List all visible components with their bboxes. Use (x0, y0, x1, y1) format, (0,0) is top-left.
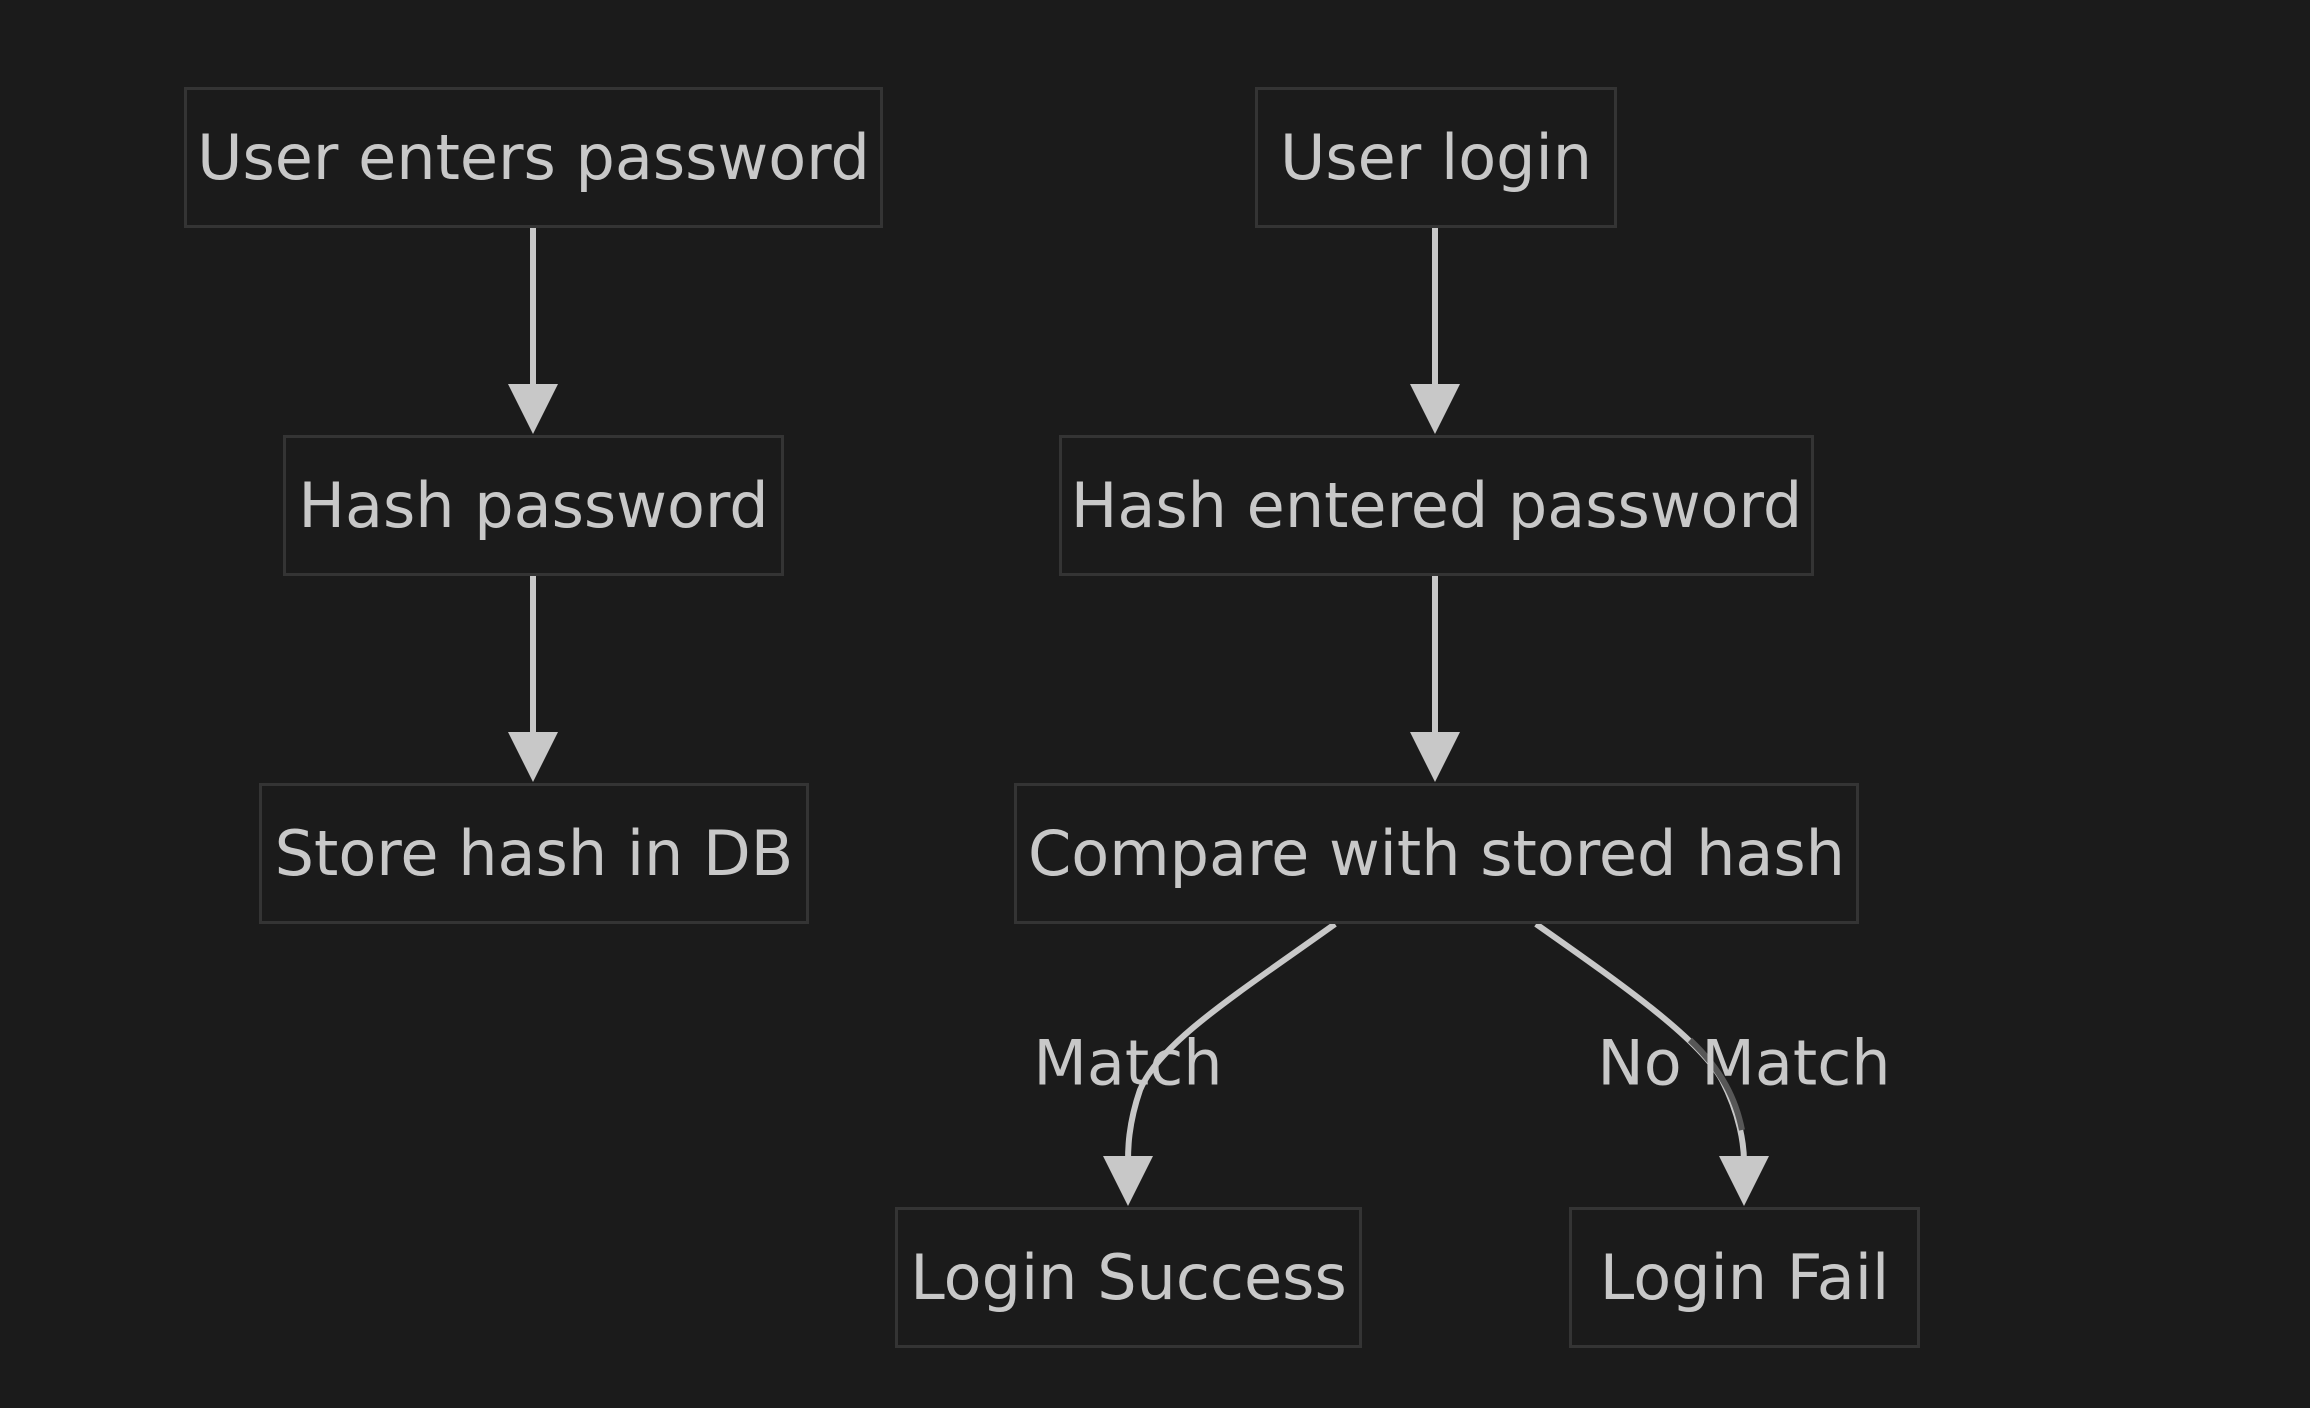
node-user-enters-password: User enters password (184, 87, 883, 228)
node-compare-with-stored-hash: Compare with stored hash (1014, 783, 1859, 924)
node-label: Store hash in DB (274, 817, 794, 890)
node-label: Hash entered password (1070, 469, 1803, 542)
node-store-hash-in-db: Store hash in DB (259, 783, 809, 924)
node-login-success: Login Success (895, 1207, 1362, 1348)
node-label: User login (1279, 121, 1593, 194)
node-hash-entered-password: Hash entered password (1059, 435, 1814, 576)
flowchart-canvas: User enters password Hash password Store… (0, 0, 2310, 1408)
arrowhead-hash-entered (1410, 384, 1460, 434)
arrowhead-compare (1410, 732, 1460, 782)
node-hash-password: Hash password (283, 435, 784, 576)
node-login-fail: Login Fail (1569, 1207, 1920, 1348)
arrowhead-store-hash (508, 732, 558, 782)
node-label: Compare with stored hash (1028, 817, 1845, 890)
edge-label-no-match: No Match (1597, 1026, 1891, 1100)
node-label: Login Fail (1599, 1241, 1890, 1314)
node-user-login: User login (1255, 87, 1617, 228)
arrowhead-login-success (1103, 1156, 1153, 1206)
node-label: Login Success (910, 1241, 1347, 1314)
node-label: Hash password (298, 469, 769, 542)
edge-label-match: Match (1033, 1026, 1223, 1100)
arrowhead-hash-password (508, 384, 558, 434)
node-label: User enters password (197, 121, 870, 194)
arrowhead-login-fail (1719, 1156, 1769, 1206)
